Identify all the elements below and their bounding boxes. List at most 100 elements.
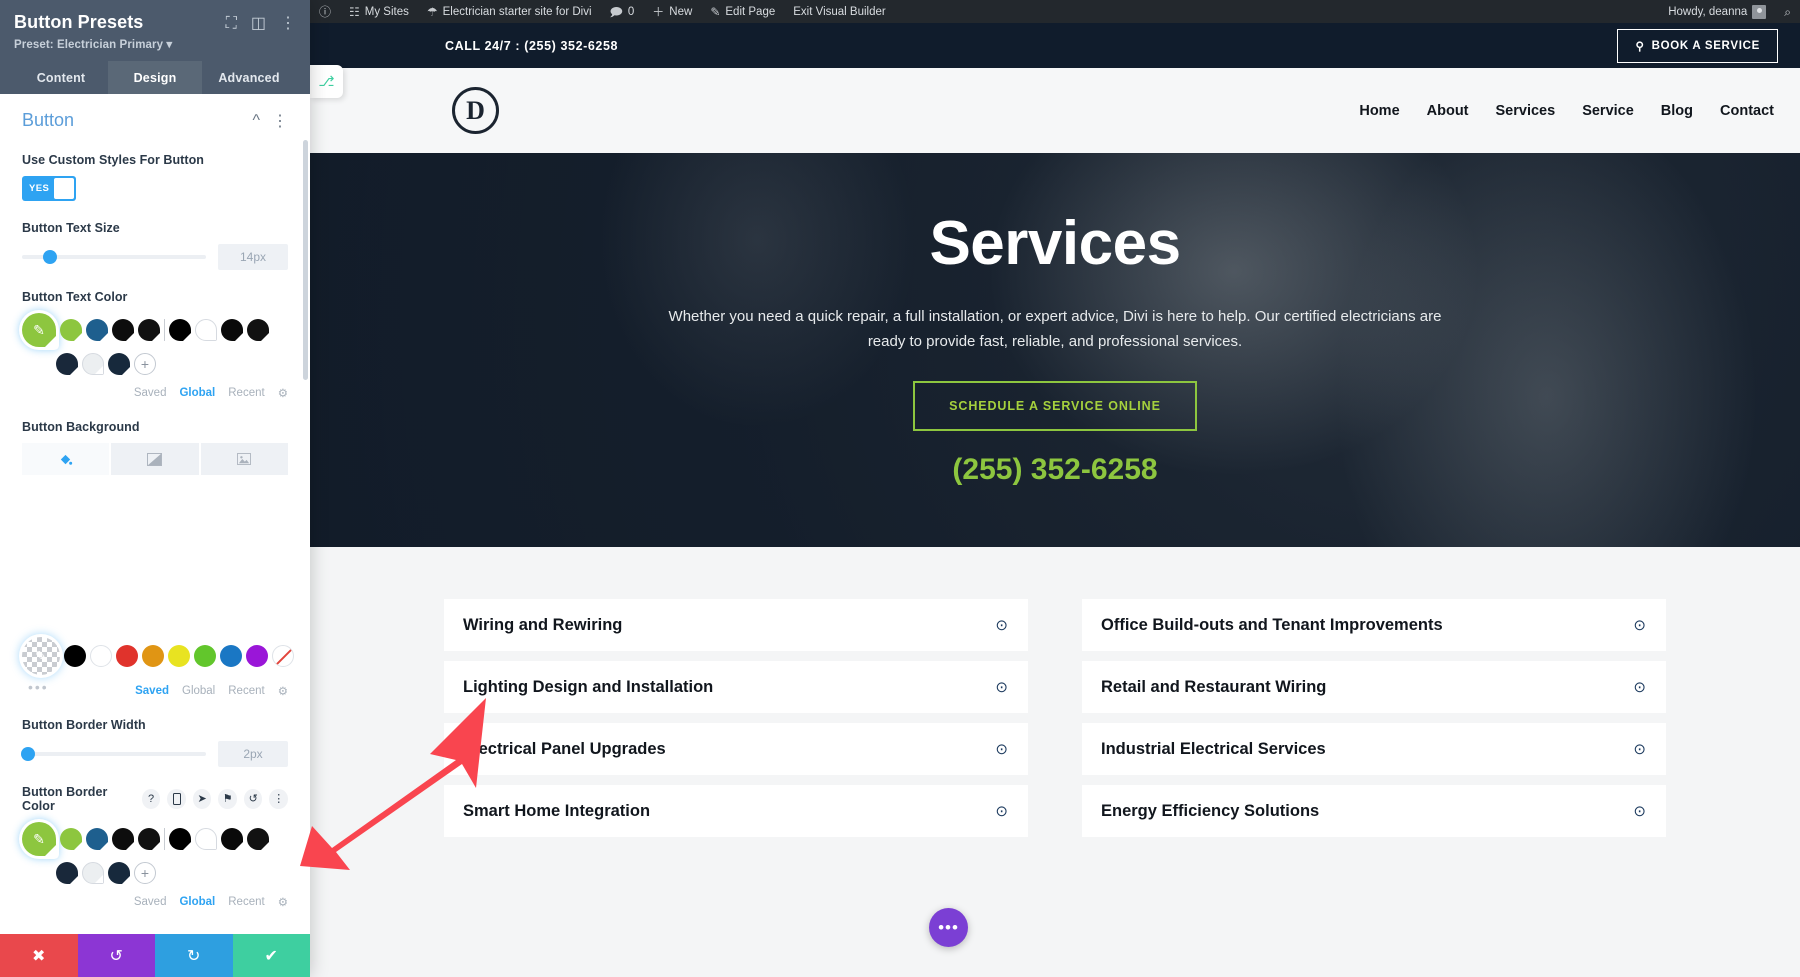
color-swatch[interactable] [138,319,160,341]
color-swatch[interactable] [195,319,217,341]
sticky-pin-icon[interactable]: ⚑ [218,789,237,809]
admin-bar-search[interactable]: ⌕ [1775,0,1800,23]
hover-cursor-icon[interactable]: ➤ [192,789,212,809]
palette-swatch-white[interactable] [90,645,112,667]
palette-swatch-green[interactable] [194,645,216,667]
swatch-selected-eyedropper[interactable]: ✎ [22,313,56,347]
nav-item-service[interactable]: Service [1582,103,1634,119]
button-text-size-value[interactable]: 14px [218,244,288,270]
accordion-toggle-icon[interactable]: ⊙ [995,618,1008,633]
accordion-item[interactable]: Retail and Restaurant Wiring ⊙ [1082,661,1666,713]
picker-tab-recent[interactable]: Recent [228,685,264,697]
admin-bar-exit-visual-builder[interactable]: Exit Visual Builder [784,0,894,23]
admin-bar-new[interactable]: ＋ New [643,0,701,23]
accordion-item[interactable]: Smart Home Integration ⊙ [444,785,1028,837]
accordion-item[interactable]: Energy Efficiency Solutions ⊙ [1082,785,1666,837]
tab-content[interactable]: Content [14,61,108,94]
gear-icon[interactable]: ⚙ [278,895,288,909]
palette-swatch-none[interactable] [272,645,294,667]
use-custom-styles-toggle[interactable]: YES [22,176,76,201]
palette-swatch-yellow[interactable] [168,645,190,667]
responsive-preview-icon[interactable]: ⛶ [226,16,237,32]
accordion-toggle-icon[interactable]: ⊙ [995,742,1008,757]
accordion-toggle-icon[interactable]: ⊙ [1633,618,1646,633]
color-swatch[interactable] [108,862,130,884]
gear-icon[interactable]: ⚙ [278,386,288,400]
redo-button[interactable]: ↻ [155,934,233,977]
color-swatch[interactable] [60,319,82,341]
color-swatch[interactable] [112,319,134,341]
picker-tab-global[interactable]: Global [179,387,215,399]
color-swatch[interactable] [108,353,130,375]
color-swatch[interactable] [56,353,78,375]
color-swatch[interactable] [221,828,243,850]
picker-tab-recent[interactable]: Recent [228,896,264,908]
accordion-item[interactable]: Office Build-outs and Tenant Improvement… [1082,599,1666,651]
section-more-icon[interactable]: ⋮ [272,111,288,131]
color-swatch[interactable] [247,319,269,341]
button-text-size-slider[interactable] [22,250,206,264]
tab-advanced[interactable]: Advanced [202,61,296,94]
admin-bar-my-sites[interactable]: ☷ My Sites [340,0,418,23]
divi-builder-fab[interactable]: ••• [929,908,968,947]
panel-scrollbar[interactable] [303,140,308,380]
picker-tab-saved[interactable]: Saved [135,685,169,697]
picker-tab-global[interactable]: Global [179,896,215,908]
mobile-device-icon[interactable] [167,789,186,809]
cancel-button[interactable]: ✖ [0,934,78,977]
color-swatch[interactable] [247,828,269,850]
color-swatch[interactable] [82,353,104,375]
palette-swatch-red[interactable] [116,645,138,667]
accordion-toggle-icon[interactable]: ⊙ [1633,680,1646,695]
accordion-item[interactable]: Electrical Panel Upgrades ⊙ [444,723,1028,775]
schedule-service-button[interactable]: SCHEDULE A SERVICE ONLINE [913,380,1197,431]
picker-tab-saved[interactable]: Saved [134,896,167,908]
accordion-toggle-icon[interactable]: ⊙ [995,804,1008,819]
button-border-width-value[interactable]: 2px [218,741,288,767]
undo-button[interactable]: ↺ [77,934,155,977]
hero-phone-number[interactable]: (255) 352-6258 [665,453,1445,487]
background-gradient-icon[interactable] [111,443,199,475]
color-swatch[interactable] [169,319,191,341]
admin-bar-comments[interactable]: 🗩 0 [601,0,644,23]
admin-bar-wordpress-logo[interactable]: ⓘ [310,0,340,23]
color-swatch[interactable] [82,862,104,884]
color-swatch[interactable] [112,828,134,850]
color-swatch[interactable] [60,828,82,850]
panel-layout-icon[interactable]: ◫ [251,16,266,32]
picker-tab-saved[interactable]: Saved [134,387,167,399]
tab-design[interactable]: Design [108,61,202,94]
picker-tab-global[interactable]: Global [182,685,215,697]
border-color-more-icon[interactable]: ⋮ [269,789,289,809]
builder-side-tab[interactable]: ⎇ [310,65,343,98]
accordion-toggle-icon[interactable]: ⊙ [995,680,1008,695]
background-image-icon[interactable] [200,443,288,475]
nav-item-blog[interactable]: Blog [1661,103,1693,119]
accordion-item[interactable]: Wiring and Rewiring ⊙ [444,599,1028,651]
swatch-selected-transparent[interactable]: ✎ [22,637,60,675]
admin-bar-account[interactable]: Howdy, deanna [1659,0,1775,23]
accordion-item[interactable]: Industrial Electrical Services ⊙ [1082,723,1666,775]
color-swatch[interactable] [86,319,108,341]
accordion-item[interactable]: Lighting Design and Installation ⊙ [444,661,1028,713]
color-swatch[interactable] [195,828,217,850]
picker-tab-recent[interactable]: Recent [228,387,264,399]
nav-item-services[interactable]: Services [1496,103,1556,119]
swatch-selected-eyedropper[interactable]: ✎ [22,822,56,856]
help-icon[interactable]: ? [141,789,161,809]
color-swatch[interactable] [86,828,108,850]
site-logo[interactable]: D [452,87,499,134]
chevron-up-icon[interactable]: ^ [252,112,260,130]
color-swatch[interactable] [56,862,78,884]
save-button[interactable]: ✔ [232,934,310,977]
add-color-button[interactable]: + [134,862,156,884]
nav-item-about[interactable]: About [1427,103,1469,119]
gear-icon[interactable]: ⚙ [278,684,288,698]
accordion-toggle-icon[interactable]: ⊙ [1633,742,1646,757]
color-swatch[interactable] [221,319,243,341]
palette-swatch-blue[interactable] [220,645,242,667]
panel-preset-selector[interactable]: Preset: Electrician Primary ▾ [14,37,172,51]
admin-bar-edit-page[interactable]: ✎ Edit Page [701,0,784,23]
book-a-service-button[interactable]: ⚲ BOOK A SERVICE [1617,28,1778,63]
admin-bar-site-name[interactable]: ☂ Electrician starter site for Divi [418,0,601,23]
